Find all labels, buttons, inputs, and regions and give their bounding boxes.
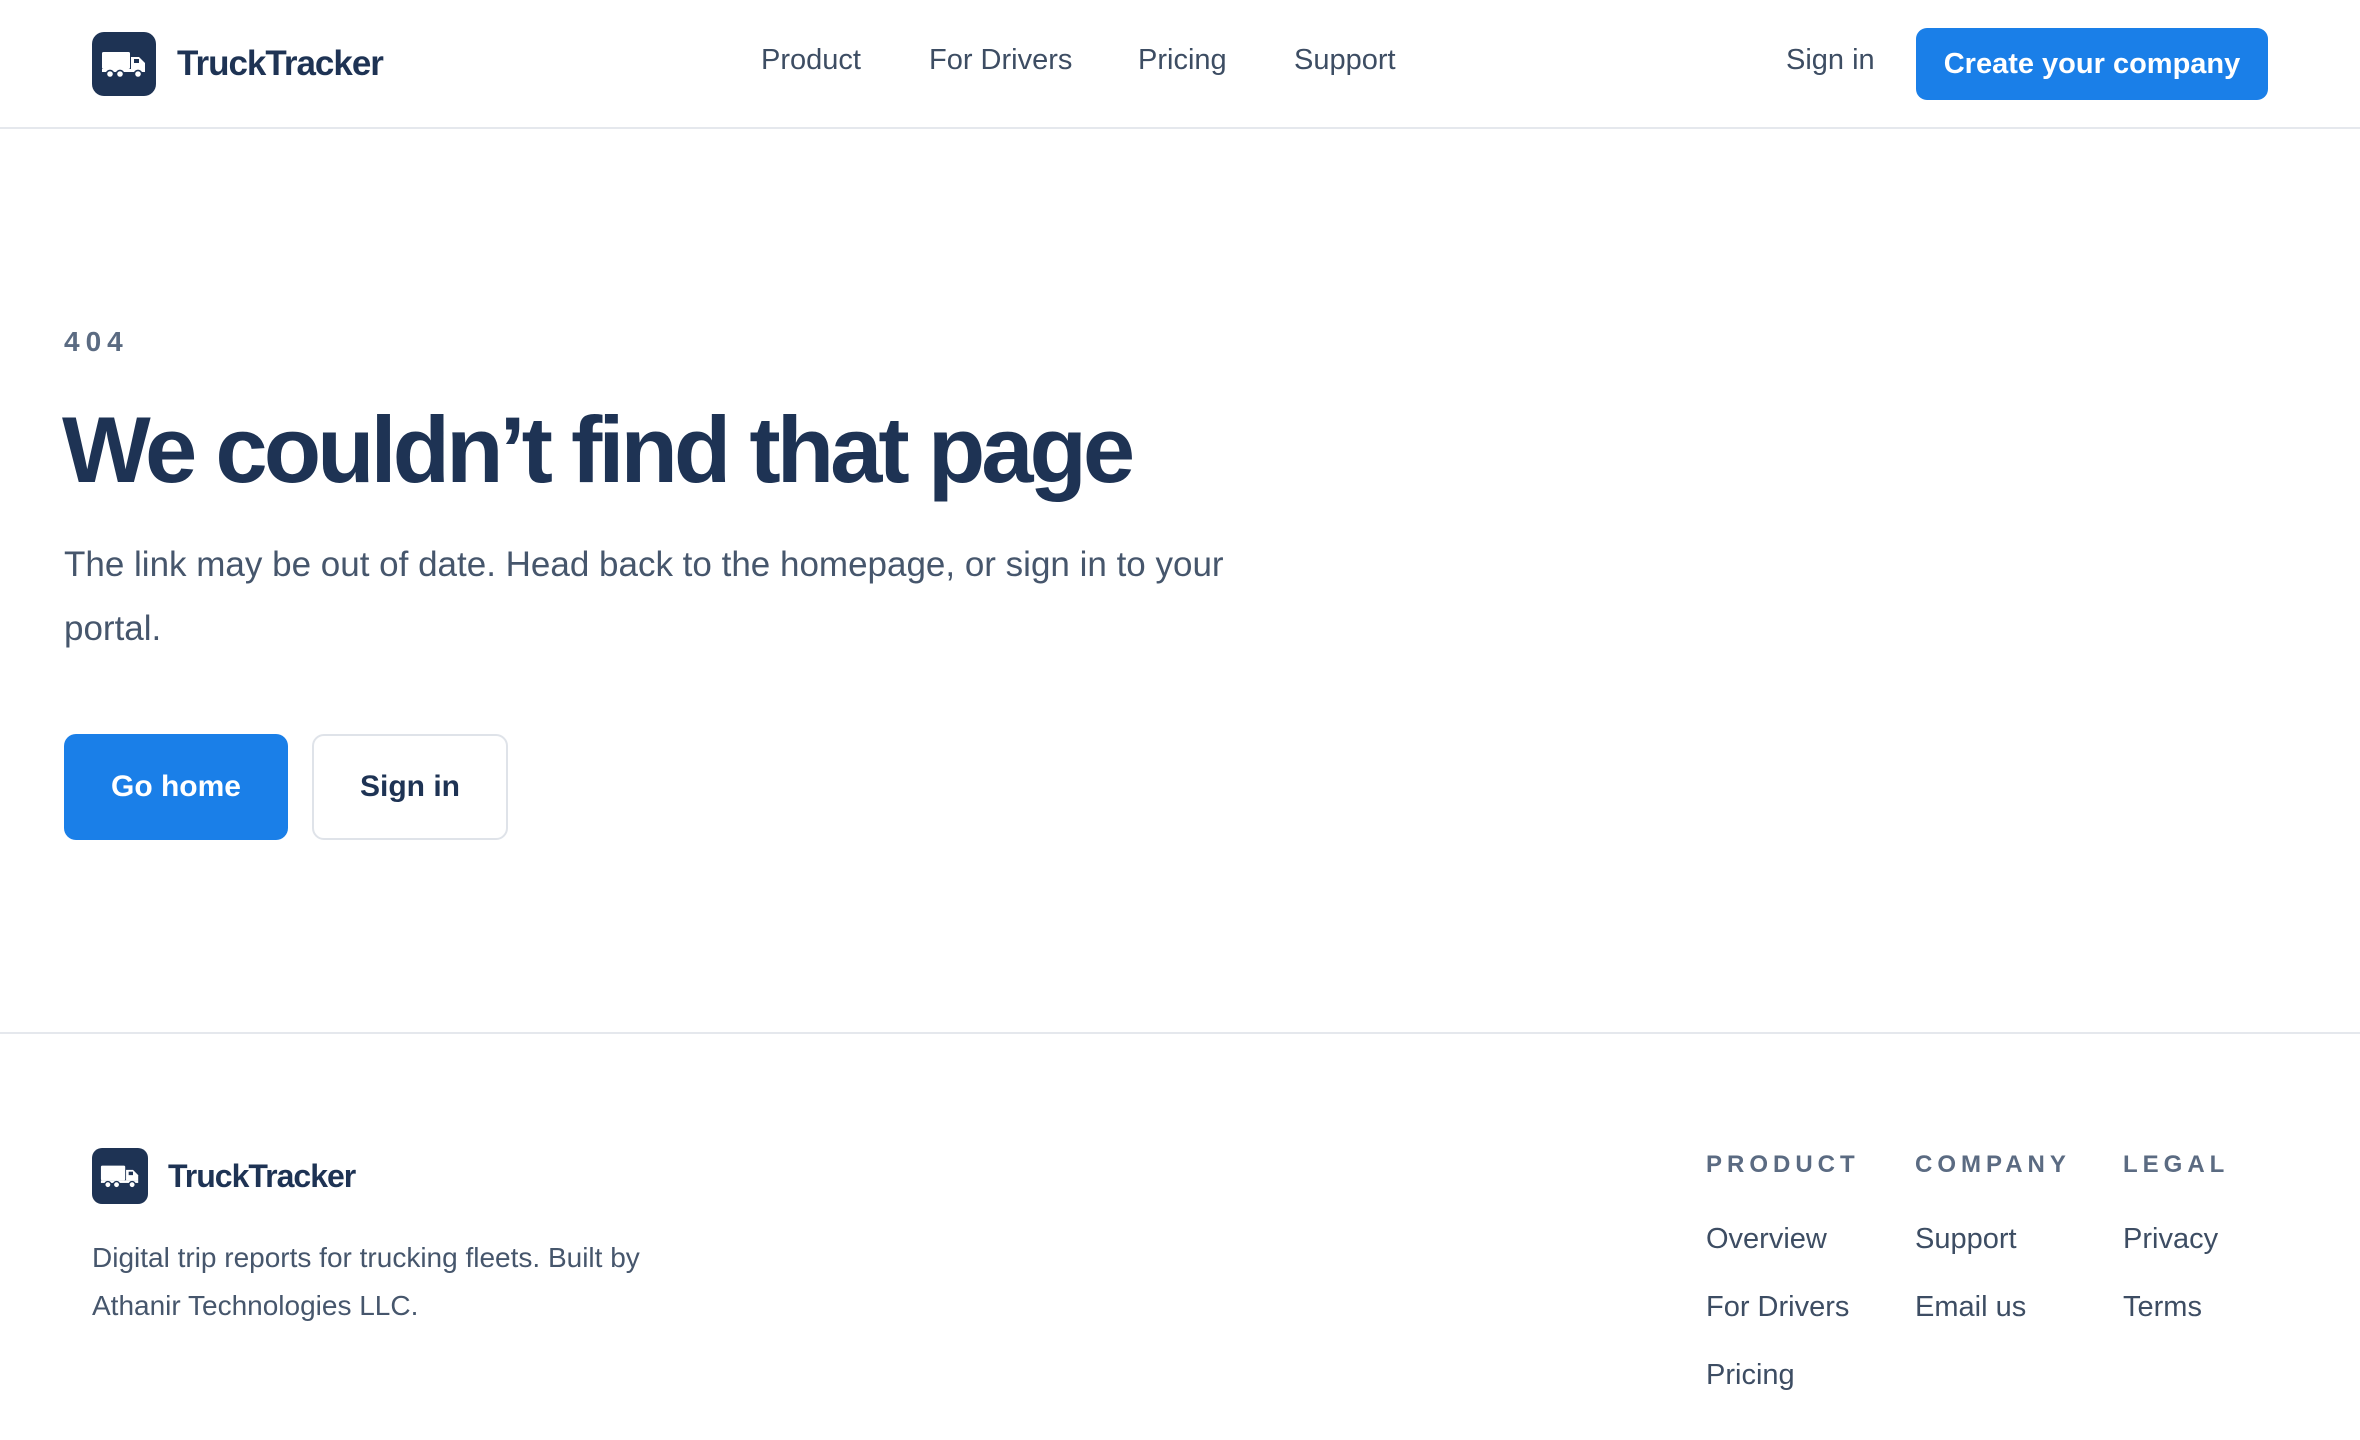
footer-link-support[interactable]: Support bbox=[1915, 1222, 2071, 1256]
footer-column-product: PRODUCT Overview For Drivers Pricing bbox=[1706, 1148, 1860, 1392]
logo bbox=[92, 32, 156, 96]
footer-link-overview[interactable]: Overview bbox=[1706, 1222, 1860, 1256]
footer-heading-legal: LEGAL bbox=[2123, 1151, 2230, 1178]
footer-tagline: Digital trip reports for trucking fleets… bbox=[92, 1242, 640, 1321]
nav-link-support[interactable]: Support bbox=[1294, 44, 1396, 77]
brand-home-link[interactable]: TruckTracker bbox=[92, 32, 384, 96]
footer-link-terms[interactable]: Terms bbox=[2123, 1290, 2229, 1324]
footer-link-email-us[interactable]: Email us bbox=[1915, 1290, 2071, 1324]
footer-brand-link[interactable]: TruckTracker bbox=[92, 1148, 356, 1204]
sign-in-button[interactable]: Sign in bbox=[312, 734, 508, 840]
truck-icon bbox=[102, 52, 145, 79]
nav-link-pricing[interactable]: Pricing bbox=[1138, 44, 1227, 77]
footer-column-company: COMPANY Support Email us bbox=[1915, 1148, 2071, 1324]
site-footer: TruckTracker Digital trip reports for tr… bbox=[0, 1032, 2360, 1440]
truck-icon bbox=[100, 1165, 139, 1189]
create-company-button[interactable]: Create your company bbox=[1916, 28, 2268, 100]
go-home-button[interactable]: Go home bbox=[64, 734, 288, 840]
nav-link-product[interactable]: Product bbox=[761, 44, 861, 77]
footer-heading-product: PRODUCT bbox=[1706, 1151, 1860, 1178]
page-title: We couldn’t find that page bbox=[62, 397, 1135, 502]
footer-brand-name: TruckTracker bbox=[168, 1157, 356, 1194]
footer-logo bbox=[92, 1148, 148, 1204]
footer-link-for-drivers[interactable]: For Drivers bbox=[1706, 1290, 1860, 1324]
footer-heading-company: COMPANY bbox=[1915, 1151, 2071, 1178]
error-description: The link may be out of date. Head back t… bbox=[64, 545, 1224, 648]
footer-link-privacy[interactable]: Privacy bbox=[2123, 1222, 2229, 1256]
brand-name: TruckTracker bbox=[177, 44, 384, 83]
footer-column-legal: LEGAL Privacy Terms bbox=[2123, 1148, 2229, 1324]
error-code: 404 bbox=[64, 326, 129, 357]
site-header: TruckTracker Product For Drivers Pricing… bbox=[0, 0, 2360, 129]
nav-link-for-drivers[interactable]: For Drivers bbox=[929, 44, 1072, 77]
header-sign-in-link[interactable]: Sign in bbox=[1786, 44, 1875, 77]
footer-link-pricing[interactable]: Pricing bbox=[1706, 1358, 1860, 1392]
